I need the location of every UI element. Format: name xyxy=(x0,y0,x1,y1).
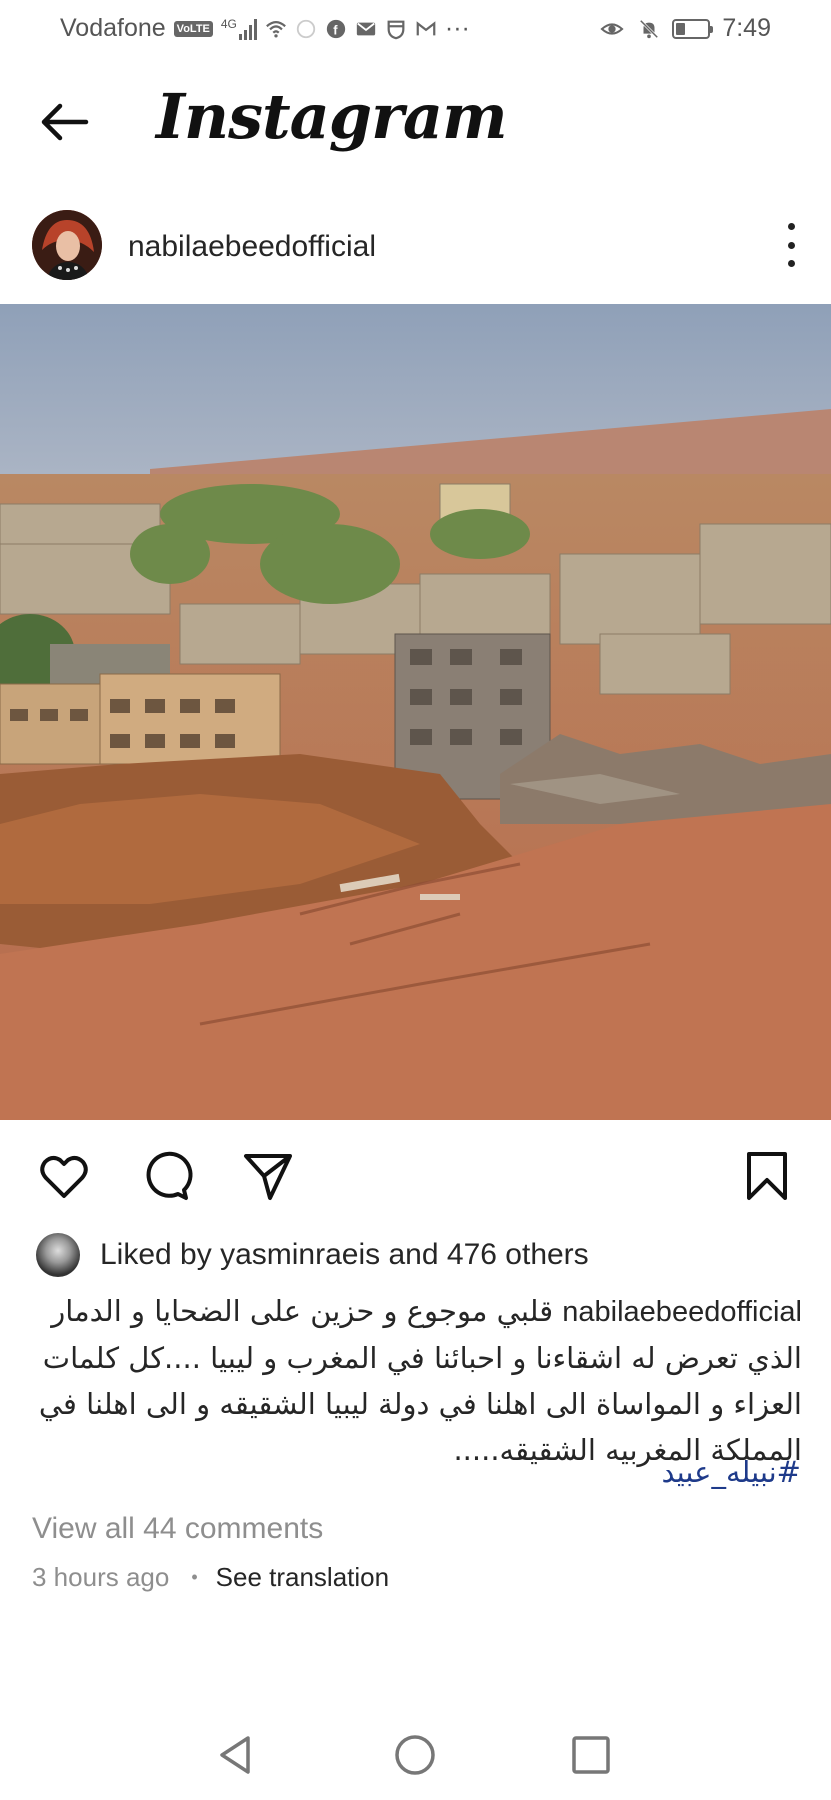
likes-prefix: Liked by xyxy=(100,1238,212,1271)
post-time: 3 hours ago xyxy=(32,1562,170,1592)
back-arrow-icon[interactable] xyxy=(36,100,92,144)
bookmark-icon[interactable] xyxy=(739,1148,795,1204)
post-username[interactable]: nabilaebeedofficial xyxy=(128,230,376,264)
status-right: 7:49 xyxy=(598,14,771,43)
likes-middle: and xyxy=(388,1238,439,1271)
liker-avatar[interactable] xyxy=(36,1233,80,1277)
status-left: Vodafone VoLTE 4G f ··· xyxy=(60,14,470,43)
likes-row[interactable]: Liked by yasminraeis and 476 others xyxy=(36,1230,589,1280)
gmail-icon xyxy=(416,20,436,35)
avatar[interactable] xyxy=(32,210,102,280)
post-meta: 3 hours ago • See translation xyxy=(32,1562,389,1593)
post-caption: nabilaebeedofficial قلبي موجوع و حزين عل… xyxy=(32,1288,802,1473)
post-photo[interactable] xyxy=(0,304,831,1120)
signal-icon xyxy=(238,18,257,40)
post-header: nabilaebeedofficial xyxy=(0,205,831,285)
network-type: 4G xyxy=(220,16,237,31)
more-vertical-icon[interactable] xyxy=(781,223,801,267)
heart-icon[interactable] xyxy=(36,1148,92,1204)
svg-text:f: f xyxy=(333,22,338,37)
app-title: Instagram xyxy=(156,80,508,153)
shield-icon xyxy=(387,20,405,39)
volte-badge: VoLTE xyxy=(173,20,213,37)
comment-icon[interactable] xyxy=(138,1148,194,1204)
system-navbar xyxy=(0,1720,831,1790)
battery-icon xyxy=(672,18,714,39)
liker-username[interactable]: yasminraeis xyxy=(220,1238,380,1271)
see-translation-link[interactable]: See translation xyxy=(216,1562,389,1593)
nav-home-icon[interactable] xyxy=(390,1730,440,1780)
nfc-icon xyxy=(296,19,316,38)
likes-text[interactable]: Liked by yasminraeis and 476 others xyxy=(100,1238,589,1272)
likes-others[interactable]: 476 others xyxy=(447,1238,589,1271)
eye-icon xyxy=(600,22,624,35)
app-header: Instagram xyxy=(0,60,831,180)
bell-off-icon xyxy=(640,19,659,38)
view-comments-link[interactable]: View all 44 comments xyxy=(32,1512,323,1546)
caption-hashtag[interactable]: #نبيله_عبيد xyxy=(661,1455,801,1489)
facebook-icon: f xyxy=(326,19,346,38)
nav-back-icon[interactable] xyxy=(212,1730,262,1780)
post-actions xyxy=(0,1140,831,1206)
carrier-name: Vodafone xyxy=(60,14,166,42)
mail-icon xyxy=(356,22,376,35)
nav-recents-icon[interactable] xyxy=(566,1730,616,1780)
status-bar: Vodafone VoLTE 4G f ··· 7:49 xyxy=(0,0,831,58)
flood-scene-image xyxy=(0,304,831,1120)
meta-separator: • xyxy=(191,1567,198,1587)
more-notifications-icon: ··· xyxy=(444,14,470,42)
caption-username[interactable]: nabilaebeedofficial xyxy=(562,1296,802,1328)
clock: 7:49 xyxy=(722,14,771,42)
wifi-icon xyxy=(265,20,286,38)
share-icon[interactable] xyxy=(240,1148,296,1204)
avatar-photo xyxy=(32,210,102,280)
